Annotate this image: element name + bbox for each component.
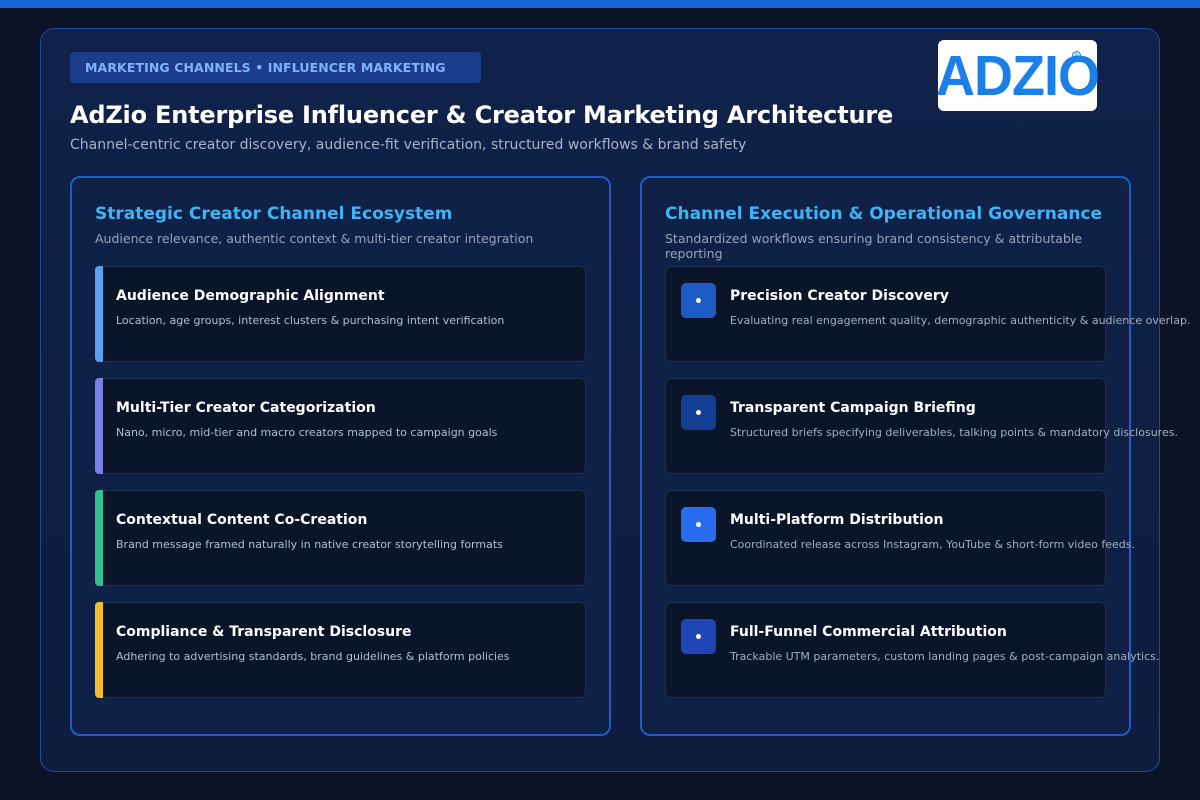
card-title: Full-Funnel Commercial Attribution: [730, 624, 1007, 640]
card-description: Location, age groups, interest clusters …: [116, 314, 505, 327]
card-description: Brand message framed naturally in native…: [116, 538, 503, 551]
page-subtitle: Channel-centric creator discovery, audie…: [70, 137, 747, 153]
card-description: Evaluating real engagement quality, demo…: [730, 314, 1191, 327]
dot-icon: [681, 507, 716, 542]
ecosystem-card: Contextual Content Co-Creation Brand mes…: [95, 490, 586, 586]
card-accent-bar: [95, 378, 103, 474]
panel-title: Channel Execution & Operational Governan…: [665, 204, 1103, 224]
ecosystem-card: Compliance & Transparent Disclosure Adhe…: [95, 602, 586, 698]
card-description: Coordinated release across Instagram, Yo…: [730, 538, 1135, 551]
panel-subtitle: Audience relevance, authentic context & …: [95, 231, 534, 246]
adzio-logo: ADZIO ®: [936, 40, 1100, 111]
card-title: Compliance & Transparent Disclosure: [116, 624, 412, 640]
panel-subtitle: Standardized workflows ensuring brand co…: [665, 231, 1083, 261]
panel-title: Strategic Creator Channel Ecosystem: [95, 204, 453, 224]
execution-governance-panel: Channel Execution & Operational Governan…: [640, 176, 1190, 736]
card-title: Contextual Content Co-Creation: [116, 512, 368, 528]
card-accent-bar: [95, 602, 103, 698]
page-title: AdZio Enterprise Influencer & Creator Ma…: [70, 101, 894, 129]
top-accent-bar: [0, 0, 1200, 8]
card-accent-bar: [95, 266, 103, 362]
card-title: Multi-Platform Distribution: [730, 512, 944, 528]
execution-card: Precision Creator Discovery Evaluating r…: [665, 266, 1190, 362]
dot-icon: [681, 395, 716, 430]
card-description: Trackable UTM parameters, custom landing…: [730, 650, 1160, 663]
execution-card: Full-Funnel Commercial Attribution Track…: [665, 602, 1159, 698]
card-description: Adhering to advertising standards, brand…: [116, 650, 510, 663]
execution-card: Transparent Campaign Briefing Structured…: [665, 378, 1178, 474]
ecosystem-card: Multi-Tier Creator Categorization Nano, …: [95, 378, 586, 474]
execution-card: Multi-Platform Distribution Coordinated …: [665, 490, 1135, 586]
card-accent-bar: [95, 490, 103, 586]
registered-mark-icon: ®: [1072, 51, 1081, 60]
dot-icon: [681, 283, 716, 318]
dot-icon: [681, 619, 716, 654]
card-description: Nano, micro, mid-tier and macro creators…: [116, 426, 498, 439]
card-title: Precision Creator Discovery: [730, 288, 949, 304]
ecosystem-card: Audience Demographic Alignment Location,…: [95, 266, 586, 362]
card-title: Transparent Campaign Briefing: [730, 400, 976, 416]
creator-ecosystem-panel: Strategic Creator Channel Ecosystem Audi…: [70, 176, 611, 736]
card-title: Audience Demographic Alignment: [116, 288, 385, 304]
card-description: Structured briefs specifying deliverable…: [730, 426, 1178, 439]
breadcrumb: MARKETING CHANNELS • INFLUENCER MARKETIN…: [70, 52, 481, 83]
card-title: Multi-Tier Creator Categorization: [116, 400, 376, 416]
